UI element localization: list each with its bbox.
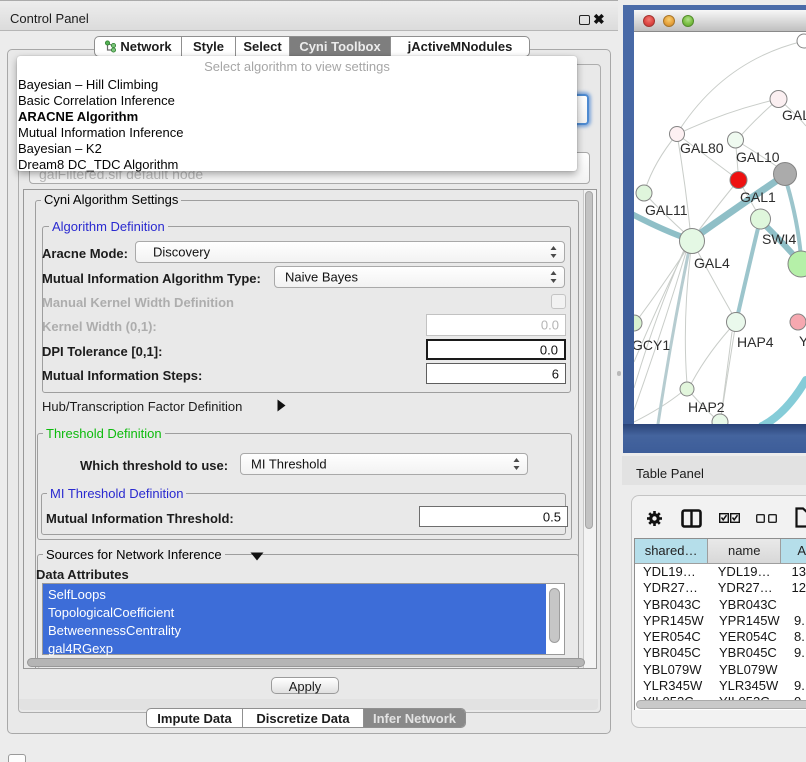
svg-text:GAL80: GAL80: [680, 140, 724, 156]
svg-text:GAL11: GAL11: [645, 202, 688, 218]
svg-text:GAL7: GAL7: [782, 107, 806, 123]
svg-text:Y: Y: [799, 333, 806, 349]
svg-text:SWI4: SWI4: [762, 231, 796, 247]
svg-text:GAL4: GAL4: [694, 255, 730, 271]
svg-text:HAP2: HAP2: [688, 399, 725, 415]
svg-text:GCY1: GCY1: [634, 337, 670, 353]
svg-text:HAP4: HAP4: [737, 334, 774, 350]
svg-text:GAL10: GAL10: [736, 149, 780, 165]
svg-text:GAL1: GAL1: [740, 189, 776, 205]
